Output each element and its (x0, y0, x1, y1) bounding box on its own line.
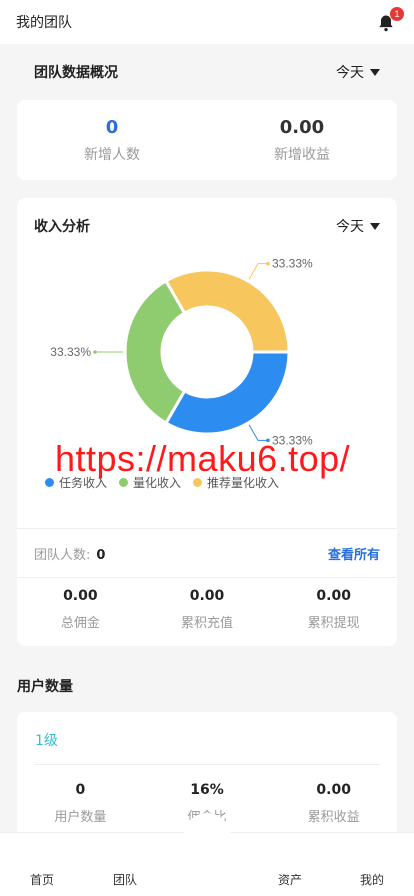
legend-item-quant: 量化收入 (119, 474, 181, 491)
team-members-value: 0 (96, 547, 106, 563)
legend-item-task: 任务收入 (45, 474, 107, 491)
notification-badge: 1 (390, 7, 404, 21)
users-title: 用户数量 (17, 679, 73, 695)
user-count-stat: 0 用户数量 (17, 782, 144, 825)
income-analysis-card: 收入分析 今天 33.33% 33.33% 33.33% https://maku6… (17, 198, 397, 646)
overview-title: 团队数据概况 (34, 65, 118, 81)
divider (34, 764, 380, 765)
caret-down-icon (370, 222, 380, 230)
stat-label: 用户数量 (54, 810, 107, 825)
new-income-label: 新增收益 (274, 146, 330, 163)
stat-label: 累积提现 (307, 616, 360, 631)
total-withdraw-stat: 0.00 累积提现 (270, 588, 397, 631)
income-period-dropdown[interactable]: 今天 (336, 216, 380, 236)
legend-dot (119, 478, 129, 487)
stat-value: 0.00 (316, 588, 351, 604)
tab-assets[interactable]: 资产 (278, 871, 302, 888)
leader-line (248, 263, 268, 280)
tab-mine[interactable]: 我的 (360, 871, 384, 888)
new-members-stat: 0 新增人数 (17, 117, 207, 164)
users-header: 用户数量 (0, 660, 414, 712)
team-members-label: 团队人数: (34, 547, 91, 563)
stat-value: 0.00 (189, 588, 225, 604)
top-bar: 我的团队 1 (0, 0, 414, 44)
legend-label-referral: 推荐量化收入 (207, 476, 280, 490)
stat-label: 总佣金 (60, 616, 100, 631)
overview-card: 0 新增人数 0.00 新增收益 (17, 100, 397, 180)
notification-button[interactable]: 1 (376, 7, 404, 33)
leader-dot (266, 261, 270, 266)
new-income-stat: 0.00 新增收益 (207, 117, 397, 164)
caret-down-icon (370, 68, 380, 76)
stat-label: 累积收益 (307, 810, 360, 825)
stat-value: 0 (75, 782, 86, 798)
data-label-referral: 33.33% (272, 257, 313, 271)
view-all-link[interactable]: 查看所有 (328, 544, 380, 563)
stat-value: 16% (190, 782, 224, 798)
team-members-row: 团队人数: 0 查看所有 (17, 528, 397, 578)
slice-referral-income (163, 268, 291, 354)
income-header: 收入分析 今天 (17, 198, 397, 254)
total-commission-stat: 0.00 总佣金 (17, 588, 144, 631)
stat-value: 0.00 (63, 588, 98, 604)
slice-quant-income (123, 278, 187, 426)
overview-header: 团队数据概况 今天 (0, 44, 414, 100)
cumulative-income-stat: 0.00 累积收益 (270, 782, 397, 825)
level-tab[interactable]: 1级 (35, 730, 58, 750)
data-label-quant: 33.33% (50, 345, 91, 359)
overview-period-dropdown[interactable]: 今天 (336, 62, 380, 82)
team-members: 团队人数: 0 (34, 544, 105, 563)
tab-home[interactable]: 首页 (30, 871, 54, 888)
stat-label: 累积充值 (181, 616, 234, 631)
new-members-value: 0 (105, 116, 119, 138)
leader-dot (93, 350, 97, 354)
total-recharge-stat: 0.00 累积充值 (144, 588, 271, 631)
center-action-button[interactable] (183, 813, 231, 861)
legend-item-referral: 推荐量化收入 (193, 474, 279, 491)
income-stats: 0.00 总佣金 0.00 累积充值 0.00 累积提现 (17, 588, 397, 631)
income-title: 收入分析 (34, 219, 90, 235)
tab-team[interactable]: 团队 (113, 871, 137, 888)
stat-value: 0.00 (316, 782, 351, 798)
new-members-label: 新增人数 (84, 146, 140, 163)
legend-dot (193, 478, 203, 487)
legend-label-quant: 量化收入 (133, 476, 182, 490)
new-income-value: 0.00 (279, 116, 325, 138)
chart-legend: 任务收入 量化收入 推荐量化收入 (45, 474, 279, 491)
legend-dot (45, 478, 54, 487)
legend-label-task: 任务收入 (59, 476, 108, 490)
page-title: 我的团队 (16, 15, 72, 31)
bottom-tab-bar: 首页 团队 资产 我的 (0, 813, 414, 896)
overview-period-value: 今天 (336, 65, 364, 81)
income-period-value: 今天 (336, 219, 364, 235)
